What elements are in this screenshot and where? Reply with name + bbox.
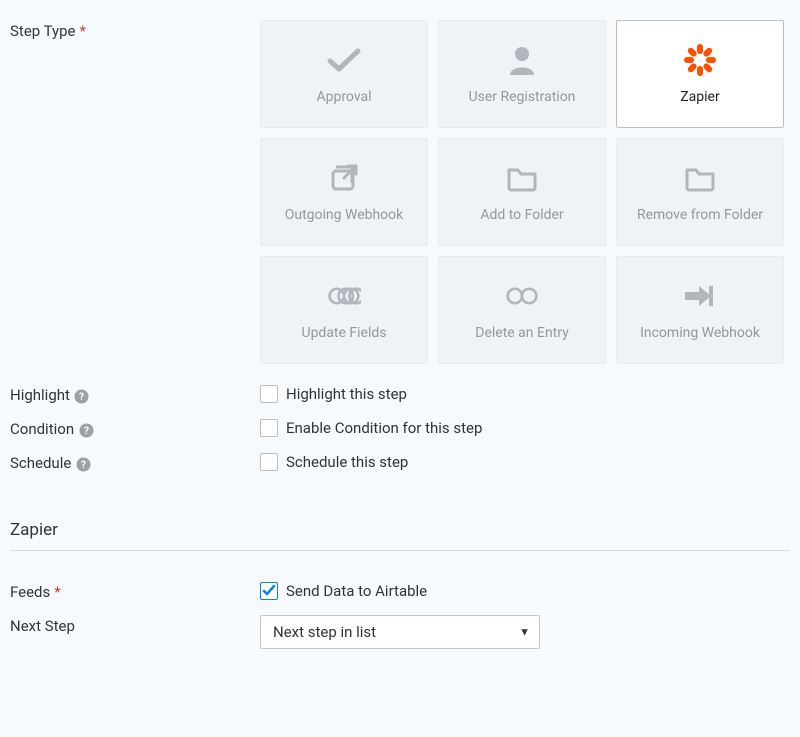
tile-approval[interactable]: Approval [260, 20, 428, 128]
tile-zapier[interactable]: Zapier [616, 20, 784, 128]
tile-outgoing-webhook[interactable]: Outgoing Webhook [260, 138, 428, 246]
link-icon [327, 279, 361, 313]
schedule-control: Schedule this step [260, 452, 790, 472]
tile-delete-entry[interactable]: Delete an Entry [438, 256, 606, 364]
label-condition-text: Condition [10, 420, 74, 438]
check-icon [327, 43, 361, 77]
label-feeds-text: Feeds [10, 583, 50, 601]
label-next-step-text: Next Step [10, 617, 75, 635]
tile-remove-from-folder[interactable]: Remove from Folder [616, 138, 784, 246]
label-feeds: Feeds * [10, 581, 260, 601]
step-type-grid: Approval User Registration [260, 20, 784, 364]
tile-zapier-label: Zapier [680, 89, 719, 105]
label-schedule: Schedule ? [10, 452, 260, 472]
tile-user-registration-label: User Registration [469, 89, 576, 105]
condition-checkbox[interactable] [260, 419, 278, 437]
section-title: Zapier [10, 520, 790, 551]
label-highlight: Highlight ? [10, 384, 260, 404]
condition-checkbox-label: Enable Condition for this step [286, 419, 482, 437]
tile-add-to-folder[interactable]: Add to Folder [438, 138, 606, 246]
next-step-selected-value: Next step in list [273, 623, 376, 641]
help-icon[interactable]: ? [74, 388, 90, 404]
required-asterisk: * [54, 583, 60, 601]
tile-outgoing-webhook-label: Outgoing Webhook [285, 207, 404, 223]
link-icon [505, 279, 539, 313]
required-asterisk: * [80, 22, 86, 40]
help-icon[interactable]: ? [75, 456, 91, 472]
schedule-checkbox[interactable] [260, 453, 278, 471]
svg-text:?: ? [79, 392, 84, 403]
tile-add-to-folder-label: Add to Folder [480, 207, 563, 223]
condition-control: Enable Condition for this step [260, 418, 790, 438]
step-type-control: Approval User Registration [260, 20, 790, 364]
arrow-in-icon [683, 279, 717, 313]
tile-user-registration[interactable]: User Registration [438, 20, 606, 128]
next-step-select[interactable]: Next step in list [260, 615, 540, 649]
tile-delete-entry-label: Delete an Entry [475, 325, 569, 341]
label-step-type: Step Type * [10, 20, 260, 364]
highlight-control: Highlight this step [260, 384, 790, 404]
schedule-checkbox-label: Schedule this step [286, 453, 408, 471]
external-link-icon [327, 161, 361, 195]
svg-text:?: ? [81, 460, 86, 471]
row-condition: Condition ? Enable Condition for this st… [10, 418, 790, 438]
feeds-checkbox-label: Send Data to Airtable [286, 582, 427, 600]
row-feeds: Feeds * Send Data to Airtable [10, 581, 790, 601]
row-schedule: Schedule ? Schedule this step [10, 452, 790, 472]
label-highlight-text: Highlight [10, 386, 70, 404]
feeds-control: Send Data to Airtable [260, 581, 790, 601]
svg-text:?: ? [84, 426, 89, 437]
tile-remove-from-folder-label: Remove from Folder [637, 207, 763, 223]
tile-approval-label: Approval [316, 89, 371, 105]
row-step-type: Step Type * Approval User Registration [10, 20, 790, 364]
next-step-select-wrap: Next step in list ▼ [260, 615, 540, 649]
folder-icon [505, 161, 539, 195]
tile-incoming-webhook-label: Incoming Webhook [640, 325, 760, 341]
label-next-step: Next Step [10, 615, 260, 649]
folder-icon [683, 161, 717, 195]
highlight-checkbox-label: Highlight this step [286, 385, 407, 403]
row-next-step: Next Step Next step in list ▼ [10, 615, 790, 649]
zapier-icon [683, 43, 717, 77]
label-schedule-text: Schedule [10, 454, 71, 472]
tile-update-fields[interactable]: Update Fields [260, 256, 428, 364]
help-icon[interactable]: ? [78, 422, 94, 438]
highlight-checkbox[interactable] [260, 385, 278, 403]
label-step-type-text: Step Type [10, 22, 76, 40]
row-highlight: Highlight ? Highlight this step [10, 384, 790, 404]
tile-incoming-webhook[interactable]: Incoming Webhook [616, 256, 784, 364]
feeds-checkbox[interactable] [260, 582, 278, 600]
tile-update-fields-label: Update Fields [301, 325, 386, 341]
label-condition: Condition ? [10, 418, 260, 438]
user-icon [505, 43, 539, 77]
next-step-control: Next step in list ▼ [260, 615, 790, 649]
